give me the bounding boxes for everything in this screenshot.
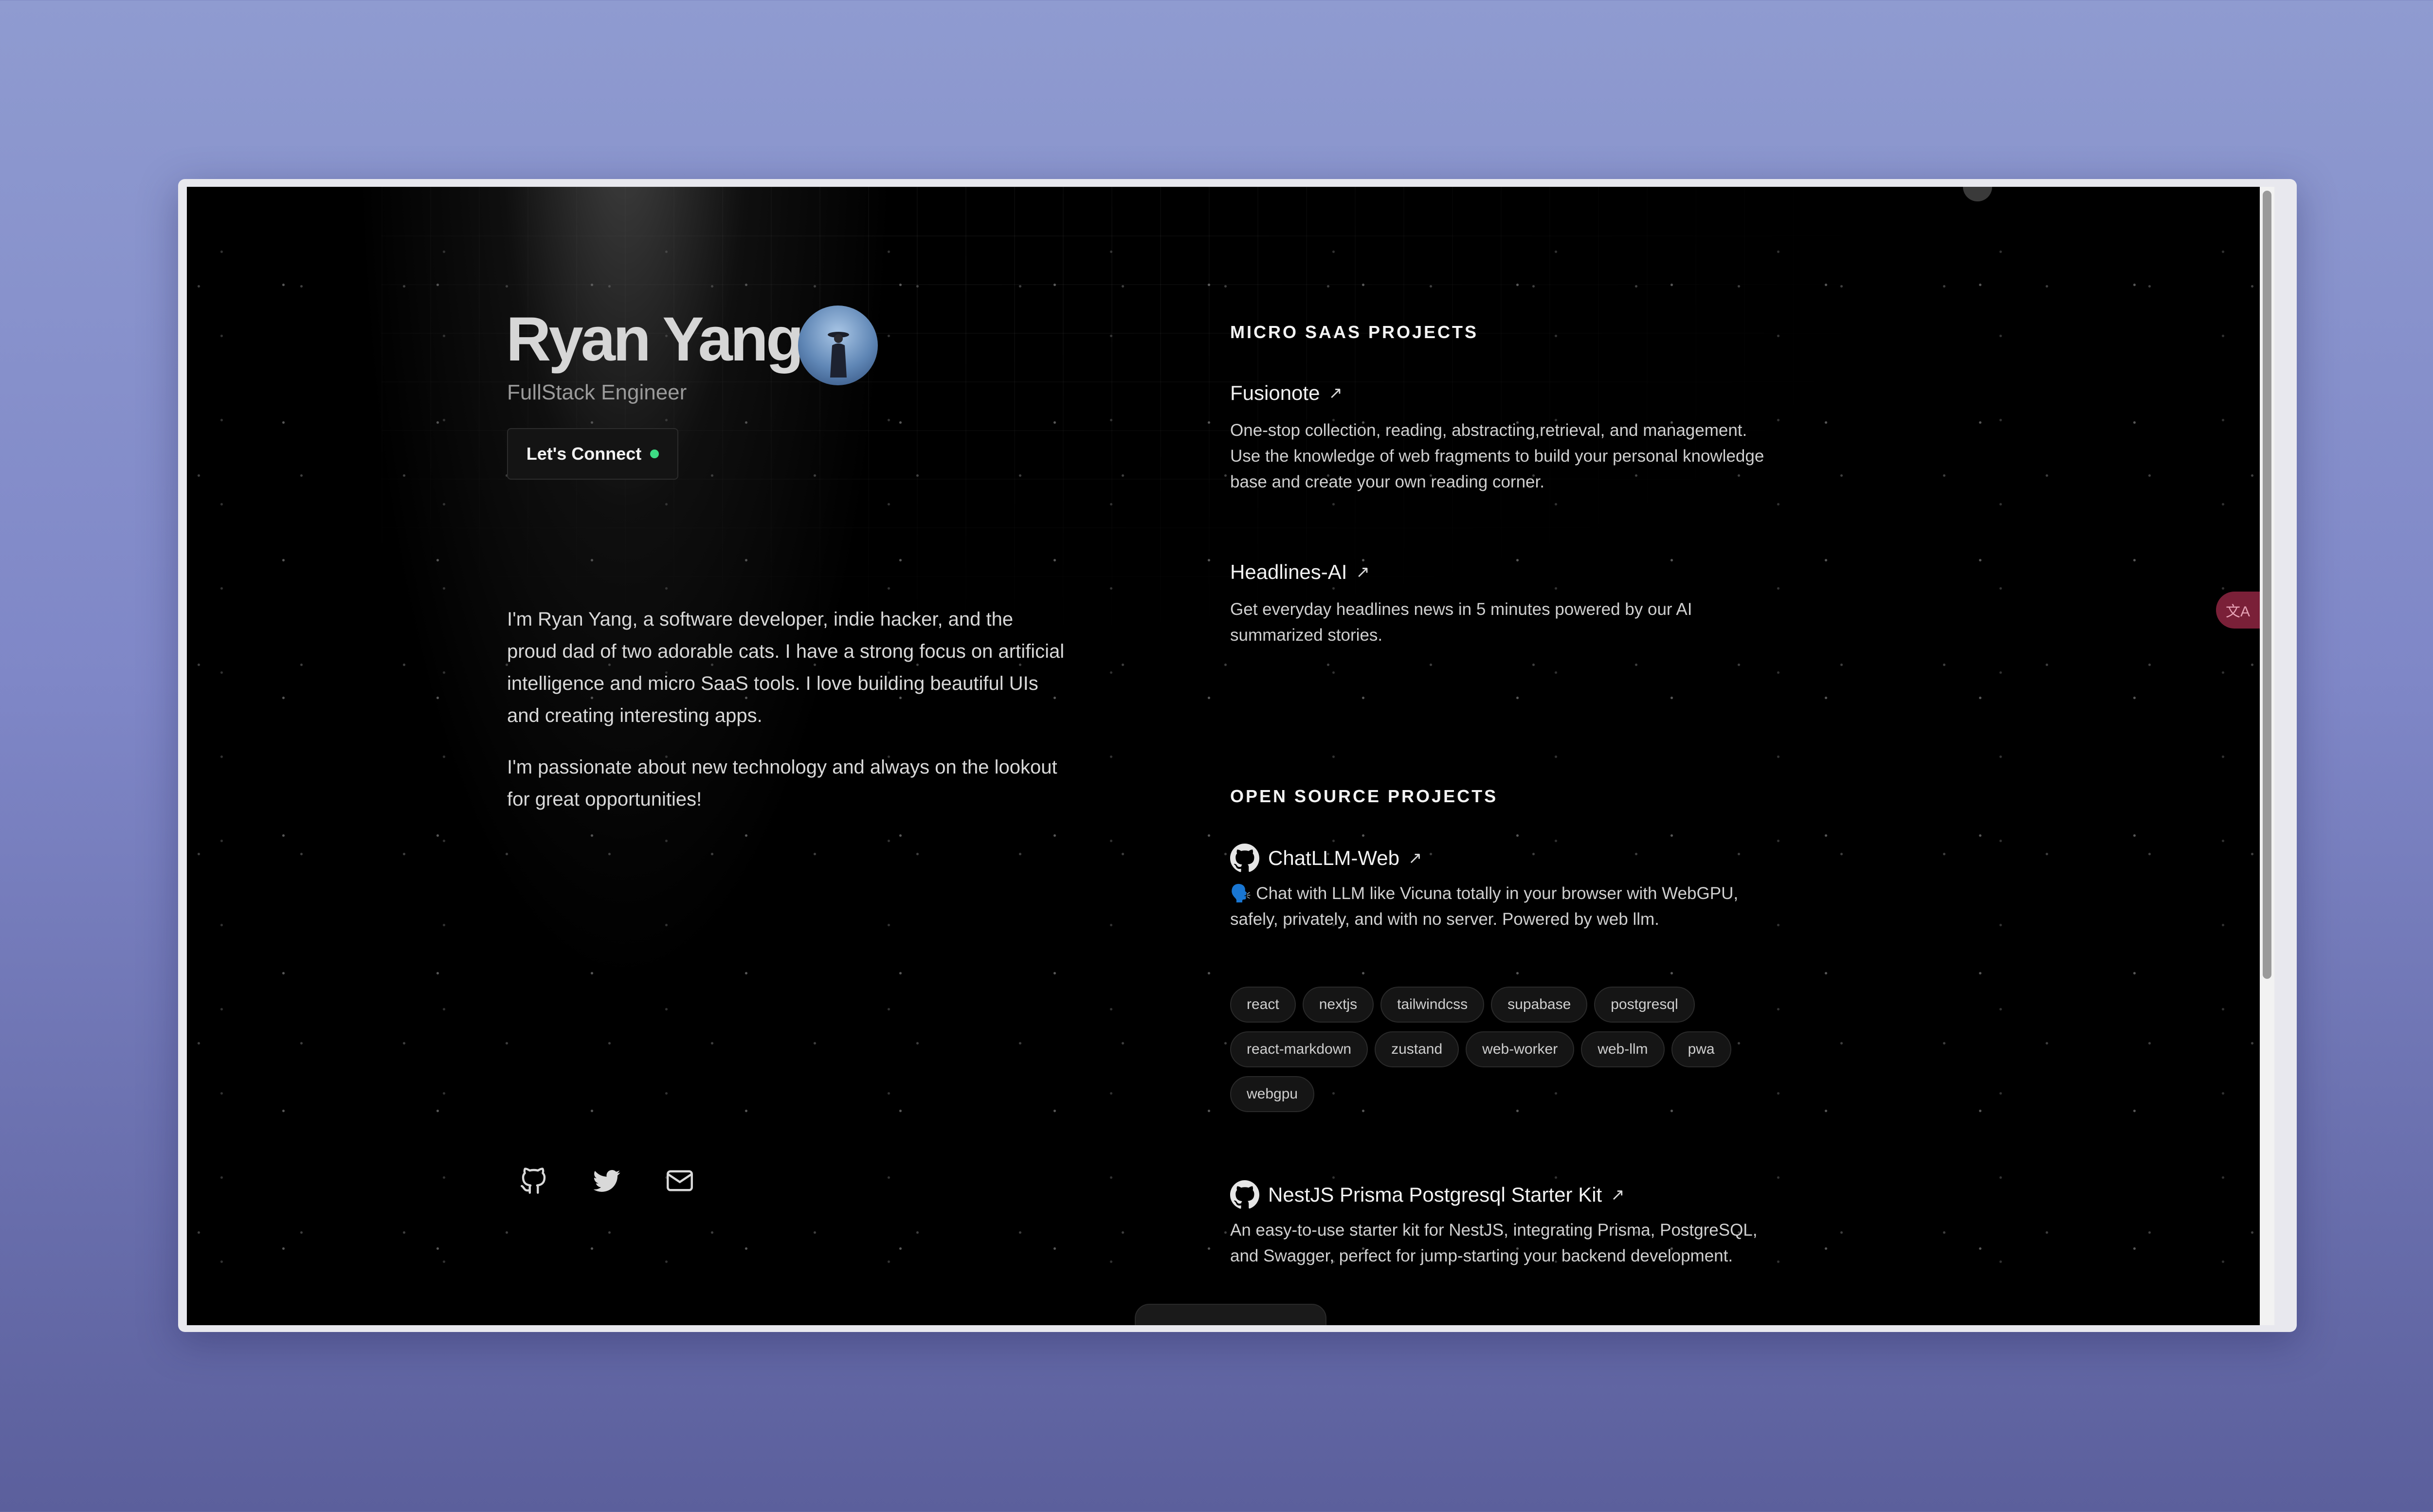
project-description: Get everyday headlines news in 5 minutes… [1230,600,1692,645]
scrollbar-thumb[interactable] [2263,191,2271,979]
avatar [798,306,878,385]
profile-role: FullStack Engineer [507,380,687,404]
github-icon [1230,844,1259,872]
project-title: ChatLLM-Web [1268,846,1400,869]
github-icon[interactable] [518,1165,550,1197]
project-link-fusionote[interactable]: Fusionote ↗ [1230,381,1343,405]
project-description: One-stop collection, reading, abstractin… [1230,421,1764,491]
project-description: 🗣️ Chat with LLM like Vicuna totally in … [1230,884,1739,929]
project-link-nestjs-starter[interactable]: NestJS Prisma Postgresql Starter Kit ↗ [1230,1180,1625,1209]
tech-tag-list: react nextjs tailwindcss supabase postgresql… [1230,987,1775,1112]
project-title: NestJS Prisma Postgresql Starter Kit [1268,1183,1602,1206]
open-source-heading: OPEN SOURCE PROJECTS [1230,786,1498,806]
tech-tag: web-worker [1466,1031,1575,1067]
external-link-icon: ↗ [1611,1186,1625,1204]
twitter-icon[interactable] [591,1165,623,1197]
project-link-chatllm-web[interactable]: ChatLLM-Web ↗ [1230,844,1422,873]
external-link-icon: ↗ [1356,563,1370,581]
scrollbar[interactable] [2260,187,2274,1325]
online-status-dot [650,450,659,458]
external-link-icon: ↗ [1408,849,1422,867]
page-viewport: Ryan Yang FullStack Engineer Let's Conne… [187,187,2274,1325]
project-description: An easy-to-use starter kit for NestJS, i… [1230,1221,1758,1265]
about-paragraph: I'm passionate about new technology and … [507,756,1057,810]
floating-dock[interactable] [1135,1304,1326,1325]
tech-tag: react-markdown [1230,1031,1368,1067]
tech-tag: postgresql [1594,987,1695,1023]
mail-icon[interactable] [664,1165,696,1197]
connect-button-label: Let's Connect [526,444,642,464]
tech-tag: pwa [1671,1031,1731,1067]
project-title: Fusionote [1230,381,1320,404]
avatar-figure-icon [828,332,849,378]
tech-tag: web-llm [1581,1031,1665,1067]
grid-background [381,187,1841,625]
tech-tag: tailwindcss [1380,987,1485,1023]
tech-tag: zustand [1375,1031,1459,1067]
tech-tag: supabase [1491,987,1588,1023]
github-icon [1230,1180,1259,1209]
about-text: I'm Ryan Yang, a software developer, ind… [507,603,1067,835]
translate-glyph: 文A [2225,604,2250,620]
profile-name: Ryan Yang [506,305,804,374]
micro-saas-heading: MICRO SAAS PROJECTS [1230,322,1479,342]
translate-icon[interactable]: 文A [2216,592,2260,629]
project-link-headlines-ai[interactable]: Headlines-AI ↗ [1230,560,1370,584]
project-title: Headlines-AI [1230,560,1347,583]
connect-button[interactable]: Let's Connect [507,428,678,480]
tech-tag: react [1230,987,1296,1023]
social-links [518,1165,696,1197]
tech-tag: nextjs [1302,987,1374,1023]
about-paragraph: I'm Ryan Yang, a software developer, ind… [507,609,1065,726]
external-link-icon: ↗ [1328,384,1343,402]
tech-tag: webgpu [1230,1076,1315,1112]
